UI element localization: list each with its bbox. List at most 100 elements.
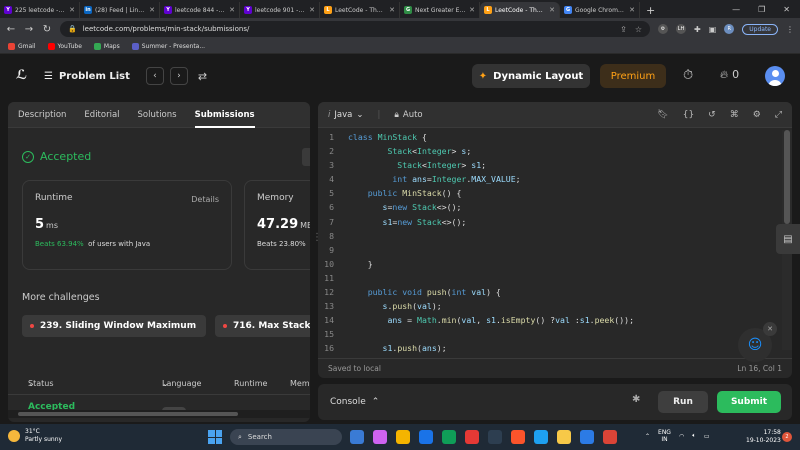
browser-tab[interactable]: G Next Greater Ele... ✕ xyxy=(400,2,480,18)
taskbar-app-icon[interactable] xyxy=(580,430,594,444)
reset-icon[interactable]: ↺ xyxy=(708,110,716,120)
command-icon[interactable]: ⌘ xyxy=(730,110,739,120)
console-toggle[interactable]: Console ⌃ xyxy=(330,397,379,407)
url-input[interactable]: 🔒 leetcode.com/problems/min-stack/submis… xyxy=(60,21,650,37)
speaker-icon[interactable]: 🔈︎ xyxy=(692,432,696,440)
tab-close-icon[interactable]: ✕ xyxy=(629,6,635,14)
bookmark-star-icon[interactable]: ☆ xyxy=(635,25,642,34)
menu-kebab-icon[interactable]: ⋮ xyxy=(786,25,794,34)
code-line: 6 s=new Stack<>(); xyxy=(318,202,780,216)
tab-close-icon[interactable]: ✕ xyxy=(309,6,315,14)
problem-list-link[interactable]: ☰ Problem List xyxy=(44,71,130,82)
user-avatar[interactable] xyxy=(765,66,785,86)
chat-close-icon[interactable]: ✕ xyxy=(763,322,777,336)
browser-tab[interactable]: LLeetCode - The W...✕ xyxy=(320,2,400,18)
shuffle-icon[interactable]: ⇄ xyxy=(198,70,207,83)
timer-icon[interactable]: ⏱ xyxy=(683,68,693,83)
language-indicator[interactable]: ENG IN xyxy=(658,429,671,443)
run-button[interactable]: Run xyxy=(658,391,708,413)
taskbar-app-icon[interactable] xyxy=(373,430,387,444)
weather-widget[interactable]: 31°C Partly sunny xyxy=(8,428,62,444)
tab-close-icon[interactable]: ✕ xyxy=(549,6,555,14)
bookmark-label: Maps xyxy=(103,43,120,50)
bookmark-item[interactable]: Gmail xyxy=(8,43,36,50)
profile-avatar-icon[interactable]: R xyxy=(724,24,735,34)
notification-badge[interactable]: 2 xyxy=(782,432,792,442)
new-tab-icon[interactable]: + xyxy=(640,2,661,18)
battery-icon[interactable]: ▭ xyxy=(704,433,710,440)
share-icon[interactable]: ⇪ xyxy=(620,25,627,34)
debug-icon[interactable]: ✱ xyxy=(632,394,640,405)
taskbar-clock[interactable]: 17:58 19-10-2023 xyxy=(746,429,781,445)
settings-icon[interactable]: ⚙ xyxy=(753,110,761,120)
reload-icon[interactable]: ↻ xyxy=(42,24,52,35)
taskbar-app-icon[interactable] xyxy=(534,430,548,444)
taskbar-search[interactable]: ⌕ Search xyxy=(230,429,342,445)
browser-tab[interactable]: Yleetcode 901 - Y... ✕ xyxy=(240,2,320,18)
code-line: 12 public void push(int val) { xyxy=(318,287,780,301)
premium-button[interactable]: Premium xyxy=(600,64,666,88)
code-area[interactable]: 1 class MinStack {2 Stack<Integer> s; 3 St… xyxy=(318,132,780,353)
memory-card[interactable]: Memory 47.29 MB Beats 23.80% xyxy=(244,180,310,270)
taskbar-app-icon[interactable] xyxy=(488,430,502,444)
col-language[interactable]: Language ⌄ xyxy=(162,379,201,388)
tab-solutions[interactable]: Solutions xyxy=(138,110,177,120)
puzzle-icon[interactable]: ✚ xyxy=(694,25,701,34)
maximize-icon[interactable]: ❐ xyxy=(758,5,765,14)
taskbar-app-icon[interactable] xyxy=(603,430,617,444)
bookmark-item[interactable]: Summer - Presenta... xyxy=(131,43,205,50)
windows-start-icon[interactable] xyxy=(208,430,222,444)
col-status[interactable]: Status ⌄ xyxy=(28,379,54,388)
close-window-icon[interactable]: ✕ xyxy=(783,5,790,14)
tab-close-icon[interactable]: ✕ xyxy=(229,6,235,14)
extension-icon[interactable]: ⚙ xyxy=(658,24,668,34)
bookmark-item[interactable]: YouTube xyxy=(47,43,82,50)
fullscreen-icon[interactable]: ⤢ xyxy=(775,110,782,120)
horizontal-scrollbar[interactable] xyxy=(8,410,310,418)
streak-counter[interactable]: 🔥︎ 0 xyxy=(720,68,739,82)
tab-close-icon[interactable]: ✕ xyxy=(149,6,155,14)
wifi-icon[interactable]: ◠ xyxy=(679,433,684,440)
tab-editorial[interactable]: Editorial xyxy=(84,110,119,120)
bookmark-icon[interactable]: 🔖︎ xyxy=(657,110,668,120)
forward-icon[interactable]: → xyxy=(24,24,34,35)
runtime-details-link[interactable]: Details xyxy=(191,195,219,204)
browser-tab[interactable]: G Google Chrome ... ✕ xyxy=(560,2,640,18)
tab-close-icon[interactable]: ✕ xyxy=(69,6,75,14)
update-button[interactable]: Update xyxy=(742,23,778,35)
tab-close-icon[interactable]: ✕ xyxy=(469,6,475,14)
leetcode-logo-icon[interactable]: ℒ xyxy=(16,68,32,84)
braces-icon[interactable]: {} xyxy=(683,110,694,120)
browser-tab[interactable]: LLeetCode - The W...✕ xyxy=(480,2,560,18)
editorial-button-stub[interactable] xyxy=(302,148,310,166)
taskbar-app-icon[interactable] xyxy=(557,430,571,444)
profile-ext-icon[interactable]: LH xyxy=(676,24,686,34)
browser-tab[interactable]: in (28) Feed | Linke... ✕ xyxy=(80,2,160,18)
tab-close-icon[interactable]: ✕ xyxy=(389,6,395,14)
challenge-chip-sliding-window[interactable]: 239. Sliding Window Maximum xyxy=(22,315,206,337)
submit-button[interactable]: Submit xyxy=(717,391,781,413)
minimize-icon[interactable]: — xyxy=(732,5,740,14)
notes-panel-icon[interactable]: ▤ xyxy=(776,224,800,254)
taskbar-app-icon[interactable] xyxy=(442,430,456,444)
tab-submissions[interactable]: Submissions xyxy=(194,110,255,128)
browser-tab[interactable]: Y 225 leetcode - Y... ✕ xyxy=(0,2,80,18)
back-icon[interactable]: ← xyxy=(6,24,16,35)
chevron-up-icon[interactable]: ⌃ xyxy=(645,433,650,440)
browser-tab[interactable]: Yleetcode 844 - Y... ✕ xyxy=(160,2,240,18)
taskbar-app-icon[interactable] xyxy=(465,430,479,444)
taskbar-app-icon[interactable] xyxy=(419,430,433,444)
taskbar-app-icon[interactable] xyxy=(350,430,364,444)
dynamic-layout-button[interactable]: ✦ Dynamic Layout xyxy=(472,64,590,88)
challenge-chip-max-stack[interactable]: 716. Max Stack xyxy=(215,315,310,337)
taskbar-app-icon[interactable] xyxy=(511,430,525,444)
next-problem-button[interactable]: › xyxy=(169,67,188,85)
autocomplete-toggle[interactable]: 🔒︎ Auto xyxy=(394,110,422,120)
taskbar-app-icon[interactable] xyxy=(396,430,410,444)
runtime-card[interactable]: Runtime Details 5 ms Beats 63.94% of user… xyxy=(22,180,232,270)
language-select[interactable]: i Java ⌄ xyxy=(328,110,363,120)
prev-problem-button[interactable]: ‹ xyxy=(145,67,164,85)
sidepanel-icon[interactable]: ▣ xyxy=(709,25,717,34)
bookmark-item[interactable]: Maps xyxy=(93,43,120,50)
tab-description[interactable]: Description xyxy=(18,110,66,120)
